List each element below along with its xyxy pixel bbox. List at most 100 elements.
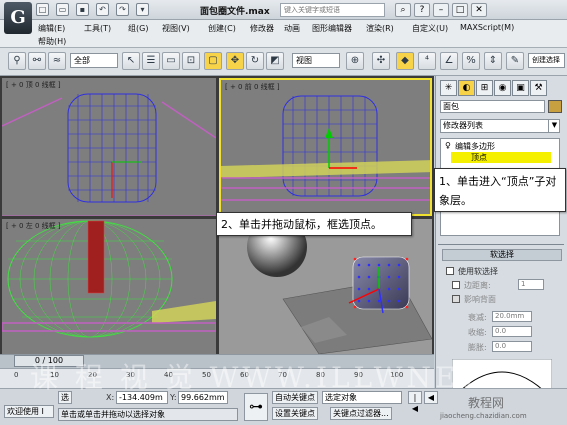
- object-color-swatch[interactable]: [548, 100, 562, 113]
- maxscript-listener[interactable]: 欢迎使用 I: [4, 405, 54, 418]
- use-soft-selection-label: 使用软选择: [458, 267, 498, 276]
- viewport-label[interactable]: [ + 0 前 0 线框 ]: [225, 82, 280, 92]
- main-toolbar: ⚲ ⚯ ≈ 全部 ↖ ☰ ▭ ⊡ ▢ ✥ ↻ ◩ 视图 ⊕ ✣ ◆ ⁴ ∠ % …: [0, 48, 567, 76]
- status-prompt: 单击或单击并拖动以选择对象: [58, 408, 238, 421]
- edit-named-selection-icon[interactable]: ✎: [506, 52, 524, 70]
- callout-step1: 1、单击进入“顶点”子对象层。: [434, 168, 566, 212]
- create-tab-icon[interactable]: ✳: [440, 80, 457, 96]
- snap-toggle-icon[interactable]: ⁴: [418, 52, 436, 70]
- menu-graph-editors[interactable]: 图形编辑器: [312, 23, 352, 34]
- left-view-wireframe: [2, 220, 216, 338]
- new-file-icon[interactable]: □: [36, 3, 49, 16]
- perspective-view: [247, 219, 432, 354]
- display-tab-icon[interactable]: ▣: [512, 80, 529, 96]
- maximize-button[interactable]: □: [452, 3, 468, 17]
- unlink-icon[interactable]: ⚯: [28, 52, 46, 70]
- window-controls: ⌕ ? – □ ✕: [395, 3, 487, 17]
- viewport-label[interactable]: [ + 0 顶 0 线框 ]: [6, 80, 61, 90]
- title-bar: □ ▭ ▪ ↶ ↷ ▾ 面包圈文件.max 键入关键字或短语 ⌕ ? – □ ✕: [0, 0, 567, 20]
- tick-label: 0: [14, 371, 19, 379]
- selection-filter-select[interactable]: 全部: [70, 53, 118, 68]
- modifier-list-select[interactable]: 修改器列表: [440, 119, 560, 133]
- viewport-front[interactable]: [ + 0 前 0 线框 ]: [219, 78, 432, 216]
- help-button[interactable]: ?: [414, 3, 430, 17]
- select-object-icon[interactable]: ↖: [122, 52, 140, 70]
- undo-icon[interactable]: ↶: [96, 3, 109, 16]
- utilities-tab-icon[interactable]: ⚒: [530, 80, 547, 96]
- select-by-name-icon[interactable]: ☰: [142, 52, 160, 70]
- open-file-icon[interactable]: ▭: [56, 3, 69, 16]
- bubble-spinner[interactable]: 0.0: [492, 341, 532, 352]
- top-view-wireframe: [2, 93, 216, 216]
- site-url-watermark: jiaocheng.chazidian.com: [440, 412, 527, 420]
- menu-views[interactable]: 视图(V): [162, 23, 190, 34]
- viewport-perspective[interactable]: [219, 219, 432, 354]
- select-move-icon[interactable]: ▢: [204, 52, 222, 70]
- menu-create[interactable]: 创建(C): [208, 23, 236, 34]
- named-selection-set[interactable]: 创建选择: [528, 53, 565, 68]
- falloff-spinner[interactable]: 20.0mm: [492, 311, 532, 322]
- search-icon[interactable]: ⌕: [395, 3, 411, 17]
- key-mode-icon[interactable]: ⊶: [244, 393, 268, 421]
- project-folder-icon[interactable]: ▾: [136, 3, 149, 16]
- menu-maxscript[interactable]: MAXScript(M): [460, 23, 514, 32]
- percent-snap-icon[interactable]: %: [462, 52, 480, 70]
- viewport-label[interactable]: [ + 0 左 0 线框 ]: [6, 221, 61, 231]
- redo-icon[interactable]: ↷: [116, 3, 129, 16]
- menu-edit[interactable]: 编辑(E): [38, 23, 65, 34]
- viewport-left[interactable]: [ + 0 左 0 线框 ]: [2, 219, 216, 354]
- spinner-snap-icon[interactable]: ⇕: [484, 52, 502, 70]
- window-crossing-icon[interactable]: ⊡: [182, 52, 200, 70]
- bubble-label: 膨胀:: [468, 343, 487, 352]
- menu-rendering[interactable]: 渲染(R): [366, 23, 394, 34]
- pinch-spinner[interactable]: 0.0: [492, 326, 532, 337]
- use-soft-selection-checkbox[interactable]: [446, 267, 454, 275]
- bind-spacewarp-icon[interactable]: ≈: [48, 52, 66, 70]
- menu-tools[interactable]: 工具(T): [84, 23, 111, 34]
- set-key-button[interactable]: 设置关键点: [272, 407, 318, 420]
- link-icon[interactable]: ⚲: [8, 52, 26, 70]
- edge-distance-spinner[interactable]: 1: [518, 279, 544, 290]
- keyboard-shortcut-icon[interactable]: ◆: [396, 52, 414, 70]
- rotate-icon[interactable]: ↻: [246, 52, 264, 70]
- hierarchy-tab-icon[interactable]: ⊞: [476, 80, 493, 96]
- bulb-icon[interactable]: ♀: [445, 141, 451, 150]
- move-icon[interactable]: ✥: [226, 52, 244, 70]
- scale-icon[interactable]: ◩: [266, 52, 284, 70]
- front-view-wireframe: [221, 95, 430, 201]
- stack-item-vertex[interactable]: 顶点: [451, 152, 551, 163]
- angle-snap-icon[interactable]: ∠: [440, 52, 458, 70]
- save-icon[interactable]: ▪: [76, 3, 89, 16]
- menu-modifiers[interactable]: 修改器: [250, 23, 274, 34]
- command-panel: ✳ ◐ ⊞ ◉ ▣ ⚒ 面包 修改器列表 ▼ ♀ 编辑多边形 顶点 软选择 使用…: [435, 76, 567, 394]
- menu-animation[interactable]: 动画: [284, 23, 300, 34]
- motion-tab-icon[interactable]: ◉: [494, 80, 511, 96]
- callout-step2: 2、单击并拖动鼠标，框选顶点。: [216, 212, 412, 236]
- object-name-field[interactable]: 面包: [440, 100, 545, 113]
- search-input[interactable]: 键入关键字或短语: [280, 3, 385, 17]
- close-button[interactable]: ✕: [471, 3, 487, 17]
- affect-backfacing-checkbox[interactable]: [452, 295, 460, 303]
- select-manipulate-icon[interactable]: ✣: [372, 52, 390, 70]
- chevron-down-icon[interactable]: ▼: [548, 119, 560, 133]
- edge-distance-checkbox[interactable]: [452, 281, 460, 289]
- edge-distance-label: 边距离:: [464, 281, 491, 290]
- rectangle-selection-icon[interactable]: ▭: [162, 52, 180, 70]
- stack-item-edit-poly[interactable]: 编辑多边形: [455, 141, 495, 152]
- reference-coord-select[interactable]: 视图: [292, 53, 340, 68]
- menu-group[interactable]: 组(G): [128, 23, 148, 34]
- menu-bar: 编辑(E) 工具(T) 组(G) 视图(V) 创建(C) 修改器 动画 图形编辑…: [0, 20, 567, 48]
- window-title: 面包圈文件.max: [200, 7, 270, 17]
- viewport-top[interactable]: [ + 0 顶 0 线框 ]: [2, 78, 216, 216]
- pivot-center-icon[interactable]: ⊕: [346, 52, 364, 70]
- menu-help[interactable]: 帮助(H): [38, 36, 66, 47]
- key-filters-button[interactable]: 关键点过滤器...: [330, 407, 392, 420]
- app-logo-icon[interactable]: G: [4, 2, 32, 34]
- pinch-label: 收缩:: [468, 328, 487, 337]
- site-watermark: 教程网: [468, 396, 505, 410]
- modify-tab-icon[interactable]: ◐: [458, 80, 475, 96]
- minimize-button[interactable]: –: [433, 3, 449, 17]
- tutorial-watermark: 课 程 视 觉 WWW.ILLWNET: [30, 361, 483, 394]
- rollout-title[interactable]: 软选择: [442, 249, 562, 261]
- menu-customize[interactable]: 自定义(U): [412, 23, 448, 34]
